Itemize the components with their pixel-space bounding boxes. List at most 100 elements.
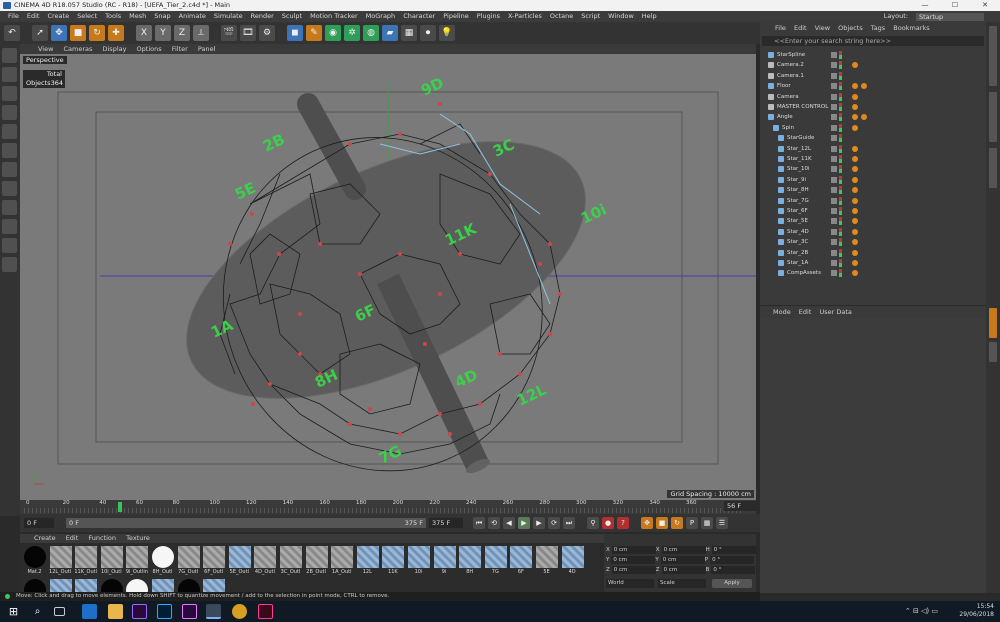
object-tag-icon[interactable]: [852, 62, 858, 69]
material-swatch[interactable]: [75, 546, 98, 568]
tab-structure[interactable]: [989, 148, 997, 188]
object-row-star-2b[interactable]: Star_2B: [760, 248, 986, 258]
video-camera-icon[interactable]: ⏺: [420, 25, 436, 41]
next-frame-icon[interactable]: ▶: [533, 517, 545, 529]
layout-select[interactable]: Startup: [916, 12, 984, 21]
3d-viewport[interactable]: 9D 2B 5E 3C 10i 11K 1A 6F 8H 4D 12L 7G Perspective …: [20, 54, 756, 500]
object-search-input[interactable]: <<Enter your search string here>>: [762, 36, 984, 46]
coord-field[interactable]: 0 cm: [611, 566, 656, 574]
visibility-dots-icon[interactable]: [839, 123, 842, 132]
object-name[interactable]: Star_8H: [787, 185, 809, 195]
objmenu-view[interactable]: View: [812, 22, 833, 34]
objmenu-file[interactable]: File: [772, 22, 789, 34]
timeline-ruler[interactable]: 0 20 40 60 80 100 120 140 160 180 200 220 240 260 280 3…: [20, 500, 756, 514]
visibility-dots-icon[interactable]: [839, 227, 842, 236]
next-key-icon[interactable]: ⟳: [548, 517, 560, 529]
material-swatch-row2[interactable]: [49, 579, 72, 593]
object-tag-icon[interactable]: [852, 218, 858, 225]
camera-icon[interactable]: ▦: [401, 25, 417, 41]
object-row-star-5e[interactable]: Star_5E: [760, 216, 986, 226]
render-settings-icon[interactable]: ⚙: [259, 25, 275, 41]
objmenu-bookmarks[interactable]: Bookmarks: [890, 22, 932, 34]
object-name[interactable]: Star_6F: [787, 206, 808, 216]
floor-icon[interactable]: ▰: [382, 25, 398, 41]
visibility-dots-icon[interactable]: [839, 248, 842, 257]
key-scale-icon[interactable]: ■: [656, 517, 668, 529]
layer-dot-icon[interactable]: [831, 124, 837, 131]
object-tag-icon[interactable]: [852, 156, 858, 162]
object-tag-icon[interactable]: [852, 208, 858, 214]
file-explorer-icon[interactable]: [108, 604, 123, 619]
object-row-star-6f[interactable]: Star_6F: [760, 206, 986, 216]
layer-dot-icon[interactable]: [831, 52, 837, 58]
material-swatch[interactable]: [280, 546, 302, 568]
object-name[interactable]: Star_12L: [787, 144, 811, 154]
object-tag-icon[interactable]: [852, 239, 858, 246]
indesign-icon[interactable]: [258, 604, 273, 619]
material-swatch[interactable]: [305, 546, 328, 568]
light-icon[interactable]: 💡: [439, 25, 455, 41]
menu-mograph[interactable]: MoGraph: [362, 11, 400, 22]
rotate-icon[interactable]: ↻: [89, 25, 105, 41]
array-icon[interactable]: ✲: [344, 25, 360, 41]
object-tag-icon[interactable]: [852, 270, 858, 277]
objmenu-edit[interactable]: Edit: [791, 22, 810, 34]
prev-key-icon[interactable]: ⟲: [488, 517, 500, 529]
object-tag-icon[interactable]: [852, 114, 858, 121]
material-swatch[interactable]: [561, 546, 584, 568]
material-swatch[interactable]: [177, 546, 200, 568]
layer-dot-icon[interactable]: [831, 187, 837, 194]
layer-dot-icon[interactable]: [831, 135, 837, 142]
object-name[interactable]: MASTER CONTROL: [777, 102, 828, 112]
edges-mode-icon[interactable]: [2, 143, 17, 158]
viewport-menu-cameras[interactable]: Cameras: [60, 44, 97, 54]
menu-octane[interactable]: Octane: [546, 11, 577, 22]
object-row-camera[interactable]: Camera: [760, 92, 986, 102]
coord-field[interactable]: 0 cm: [611, 556, 656, 564]
after-effects-icon[interactable]: [132, 604, 147, 619]
layer-dot-icon[interactable]: [831, 114, 837, 121]
object-tag-icon[interactable]: [852, 228, 858, 235]
object-tag-icon[interactable]: [852, 260, 858, 266]
layer-dot-icon[interactable]: [831, 83, 837, 90]
material-swatch[interactable]: [484, 546, 507, 568]
menu-file[interactable]: File: [4, 11, 23, 22]
visibility-dots-icon[interactable]: [839, 144, 842, 153]
close-button[interactable]: ✕: [970, 0, 1000, 11]
material-swatch[interactable]: [24, 546, 46, 568]
object-row-compassets[interactable]: CompAssets: [760, 268, 986, 278]
object-row-master-control[interactable]: MASTER CONTROL: [760, 102, 986, 112]
object-name[interactable]: Spin: [782, 123, 794, 133]
layer-dot-icon[interactable]: [831, 72, 837, 79]
menu-character[interactable]: Character: [399, 11, 439, 22]
menu-help[interactable]: Help: [638, 11, 661, 22]
axis-mode-icon[interactable]: [2, 181, 17, 196]
object-name[interactable]: Star_11K: [787, 154, 812, 164]
object-tag-icon[interactable]: [852, 187, 858, 194]
visibility-dots-icon[interactable]: [839, 196, 842, 205]
undo-icon[interactable]: ↶: [4, 25, 20, 41]
visibility-dots-icon[interactable]: [839, 175, 842, 184]
end-frame-field[interactable]: 375 F: [429, 518, 463, 528]
cinema4d-task-icon[interactable]: [206, 604, 221, 619]
object-tag-icon[interactable]: [852, 166, 858, 173]
menu-window[interactable]: Window: [604, 11, 638, 22]
material-menu-function[interactable]: Function: [84, 534, 120, 543]
key-pla-icon[interactable]: ▦: [701, 517, 713, 529]
apply-button[interactable]: Apply: [712, 579, 752, 588]
visibility-dots-icon[interactable]: [839, 155, 842, 163]
object-row-star-9i[interactable]: Star_9i: [760, 175, 986, 185]
visibility-dots-icon[interactable]: [839, 61, 842, 70]
x-axis-icon[interactable]: X: [136, 25, 152, 41]
workplane-icon[interactable]: [2, 105, 17, 120]
motion-record-icon[interactable]: ⚲: [587, 517, 599, 529]
layer-dot-icon[interactable]: [831, 208, 837, 214]
coord-field[interactable]: 0 cm: [661, 566, 706, 574]
visibility-dots-icon[interactable]: [839, 113, 842, 122]
render-picture-queue-icon[interactable]: 🎞: [240, 25, 256, 41]
chrome-icon[interactable]: [232, 604, 247, 619]
material-swatch-row2[interactable]: [152, 579, 174, 593]
tab-content-browser[interactable]: [989, 92, 997, 142]
menu-snap[interactable]: Snap: [150, 11, 174, 22]
layer-dot-icon[interactable]: [831, 239, 837, 246]
